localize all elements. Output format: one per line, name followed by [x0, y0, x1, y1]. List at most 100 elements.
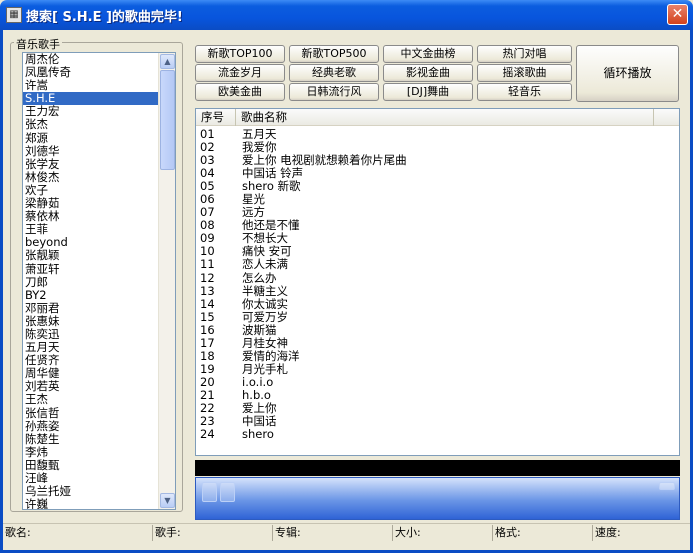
song-title: 不想长大: [242, 231, 288, 246]
song-number: 02: [200, 140, 215, 155]
singer-item[interactable]: 郑源: [23, 131, 158, 145]
player-control-icon[interactable]: [202, 482, 217, 502]
singer-item[interactable]: BY2: [23, 288, 158, 302]
song-number: 19: [200, 361, 215, 376]
bottom-strip: [3, 542, 690, 550]
category-light-music[interactable]: 轻音乐: [477, 83, 572, 101]
app-icon: ▦: [6, 7, 22, 23]
song-row[interactable]: 15 可爱万岁: [196, 309, 679, 324]
close-button[interactable]: ✕: [667, 4, 688, 25]
singer-item[interactable]: 王杰: [23, 393, 158, 406]
singer-group-legend: 音乐歌手: [14, 36, 62, 52]
status-size: 大小:: [393, 525, 493, 541]
status-format: 格式:: [493, 525, 593, 541]
song-title: 我爱你: [242, 140, 277, 155]
category-classic-oldies[interactable]: 经典老歌: [289, 64, 379, 82]
singer-item[interactable]: 张靓颖: [23, 249, 158, 262]
category-western-hits[interactable]: 欧美金曲: [195, 83, 285, 101]
song-row[interactable]: 05 shero 新歌: [196, 180, 679, 193]
song-number: 01: [200, 127, 215, 141]
singer-item[interactable]: 陈楚生: [23, 432, 158, 446]
song-row[interactable]: 20 i.o.i.o: [196, 374, 679, 389]
song-title: 他还是不懂: [242, 218, 300, 233]
player-mini-icon[interactable]: [659, 482, 675, 490]
song-number: 18: [200, 348, 215, 363]
singer-item[interactable]: 林俊杰: [23, 170, 158, 184]
song-number: 05: [200, 179, 215, 194]
singer-item[interactable]: 刘德华: [23, 144, 158, 158]
singer-item[interactable]: 李炜: [23, 445, 158, 459]
song-number: 23: [200, 414, 215, 429]
status-singer: 歌手:: [153, 525, 273, 541]
singer-item[interactable]: 张信哲: [23, 406, 158, 420]
song-title: shero 新歌: [242, 179, 301, 194]
song-rows: 01 五月天 02 我爱你 03 爱上你 电视剧就想赖着你片尾曲 04 中国话 铃声 05 she…: [196, 128, 679, 441]
song-row[interactable]: 12 怎么办: [196, 270, 679, 285]
singer-item[interactable]: 张学友: [23, 157, 158, 171]
singer-item[interactable]: 萧亚轩: [23, 262, 158, 276]
category-golden-years[interactable]: 流金岁月: [195, 64, 285, 82]
player-display: [195, 460, 680, 476]
song-number: 21: [200, 387, 215, 402]
window-title: 搜索[ S.H.E ]的歌曲完毕!: [26, 10, 183, 25]
song-number: 11: [200, 257, 215, 272]
song-title: 半糖主义: [242, 283, 288, 298]
singer-scrollbar[interactable]: ▲ ▼: [158, 53, 175, 509]
scroll-thumb[interactable]: [160, 70, 175, 170]
song-row[interactable]: 24 shero: [196, 428, 679, 441]
song-row[interactable]: 18 爱情的海洋: [196, 348, 679, 363]
song-title: 五月天: [242, 127, 277, 141]
song-title: 爱上你 电视剧就想赖着你片尾曲: [242, 153, 407, 168]
song-row[interactable]: 06 星光: [196, 193, 679, 206]
singer-item[interactable]: 孙燕姿: [23, 419, 158, 433]
song-list[interactable]: 序号 歌曲名称 01 五月天 02 我爱你 03 爱上你 电视剧就想赖着你片尾曲 04 中国话…: [195, 108, 680, 456]
song-number: 16: [200, 322, 215, 337]
song-title: 爱上你: [242, 400, 277, 415]
song-row[interactable]: 13 半糖主义: [196, 283, 679, 298]
player-control-icon[interactable]: [220, 482, 235, 502]
song-title: 中国话: [242, 414, 277, 429]
song-title: 星光: [242, 192, 265, 207]
song-number: 24: [200, 427, 215, 442]
singer-item[interactable]: 刀郎: [23, 275, 158, 289]
category-chinese-chart[interactable]: 中文金曲榜: [383, 45, 473, 63]
category-rock[interactable]: 摇滚歌曲: [477, 64, 572, 82]
singer-list[interactable]: 周杰伦 凤凰传奇 许嵩 S.H.E 王力宏 张杰 郑源 刘德华 张学友 林俊杰 欢子 梁静茹 蔡依林 王菲…: [22, 52, 176, 510]
song-row[interactable]: 14 你太诚实: [196, 296, 679, 311]
singer-item[interactable]: 张惠妹: [23, 314, 158, 328]
loop-play-button[interactable]: 循环播放: [576, 45, 679, 102]
song-number: 14: [200, 296, 215, 311]
song-title: i.o.i.o: [242, 374, 274, 389]
song-row[interactable]: 11 恋人未满: [196, 258, 679, 271]
song-title: 痛快 安可: [242, 244, 292, 259]
song-number: 12: [200, 270, 215, 285]
singer-item[interactable]: 许巍: [23, 498, 158, 509]
singer-item[interactable]: 张杰: [23, 118, 158, 131]
scroll-down-icon[interactable]: ▼: [160, 493, 175, 508]
category-jk-pop[interactable]: 日韩流行风: [289, 83, 379, 101]
status-speed: 速度:: [595, 526, 621, 539]
singer-item[interactable]: 邓丽君: [23, 301, 158, 315]
song-row[interactable]: 16 波斯猫: [196, 322, 679, 337]
song-number: 03: [200, 153, 215, 168]
song-number: 22: [200, 400, 215, 415]
column-header-name[interactable]: 歌曲名称: [236, 109, 654, 126]
song-number: 04: [200, 166, 215, 181]
scroll-up-icon[interactable]: ▲: [160, 54, 175, 69]
title-bar: ▦ 搜索[ S.H.E ]的歌曲完毕! ✕: [0, 0, 693, 30]
song-row[interactable]: 17 月桂女神: [196, 335, 679, 350]
song-title: 恋人未满: [242, 257, 288, 272]
song-number: 15: [200, 309, 215, 324]
singer-items: 周杰伦 凤凰传奇 许嵩 S.H.E 王力宏 张杰 郑源 刘德华 张学友 林俊杰 欢子 梁静茹 蔡依林 王菲…: [23, 53, 158, 509]
category-film-tv[interactable]: 影视金曲: [383, 64, 473, 82]
category-duets[interactable]: 热门对唱: [477, 45, 572, 63]
category-new-top500[interactable]: 新歌TOP500: [289, 45, 379, 63]
song-number: 06: [200, 192, 215, 207]
category-dj-dance[interactable]: [DJ]舞曲: [383, 83, 473, 101]
song-number: 20: [200, 374, 215, 389]
song-row[interactable]: 19 月光手札: [196, 361, 679, 376]
song-list-header: 序号 歌曲名称: [196, 109, 679, 126]
category-new-top100[interactable]: 新歌TOP100: [195, 45, 285, 63]
song-title: 月桂女神: [242, 335, 288, 350]
column-header-number[interactable]: 序号: [196, 109, 236, 126]
